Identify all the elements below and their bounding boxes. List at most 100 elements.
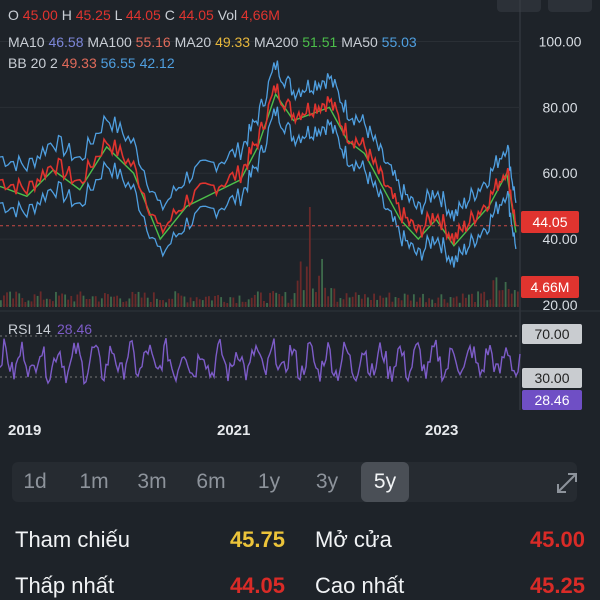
x-tick: 2021 xyxy=(217,422,250,439)
volume-bar xyxy=(73,301,76,307)
timeframe-1y[interactable]: 1y xyxy=(246,462,292,502)
volume-bar xyxy=(513,290,516,307)
volume-bar xyxy=(403,293,406,307)
volume-bar xyxy=(330,288,333,307)
volume-bar xyxy=(195,297,198,307)
volume-bar xyxy=(61,293,63,307)
volume-bar xyxy=(143,292,146,307)
timeframe-1m[interactable]: 1m xyxy=(70,462,118,502)
timeframe-1d[interactable]: 1d xyxy=(12,462,58,502)
volume-bar xyxy=(443,299,446,307)
volume-bar xyxy=(122,301,125,307)
timeframe-5y[interactable]: 5y xyxy=(361,462,409,502)
volume-bar xyxy=(76,294,79,307)
x-tick: 2019 xyxy=(8,422,41,439)
volume-bar xyxy=(272,291,275,307)
volume-bar xyxy=(183,296,186,307)
volume-bar xyxy=(477,291,479,307)
svg-text:4.66M: 4.66M xyxy=(531,279,570,295)
volume-bar xyxy=(85,298,88,307)
bb-legend: BB 20 2 49.33 56.55 42.12 xyxy=(8,55,175,71)
volume-bar xyxy=(104,293,106,307)
volume-bar xyxy=(492,280,495,307)
volume-bar xyxy=(339,298,342,307)
volume-bar xyxy=(287,302,290,307)
volume-bar xyxy=(36,295,39,307)
volume-bar xyxy=(263,300,265,307)
rsi-label: RSI 14 xyxy=(8,321,51,337)
y-tick: 20.00 xyxy=(542,297,577,313)
volume-bar xyxy=(312,288,314,307)
ohlc-legend: O 45.00 H 45.25 L 44.05 C 44.05 Vol 4,66… xyxy=(8,7,280,23)
volume-bar xyxy=(367,297,369,307)
volume-bar xyxy=(159,300,161,307)
volume-bar xyxy=(501,290,504,307)
volume-bar xyxy=(290,299,293,307)
toolbar-button[interactable] xyxy=(548,0,592,12)
volume-bar xyxy=(201,300,204,307)
volume-bar xyxy=(113,296,115,307)
volume-bar xyxy=(192,301,195,307)
volume-bar xyxy=(461,293,464,307)
volume-bar xyxy=(165,302,167,307)
volume-bar xyxy=(483,291,486,307)
volume-bar xyxy=(119,298,122,307)
volume-bar xyxy=(131,291,134,307)
expand-icon[interactable] xyxy=(554,470,580,496)
volume-bar xyxy=(152,292,155,307)
rsi-level-30: 30.00 xyxy=(522,368,582,388)
price-chart[interactable]: 100.00 80.00 60.00 40.00 20.00 44.05 4.66M R… xyxy=(0,0,600,450)
timeframe-3m[interactable]: 3m xyxy=(127,462,177,502)
timeframe-6m[interactable]: 6m xyxy=(186,462,236,502)
volume-bar xyxy=(428,298,431,307)
volume-bar xyxy=(45,298,48,307)
toolbar-button[interactable] xyxy=(497,0,541,12)
volume-bar xyxy=(149,301,152,307)
volume-bar xyxy=(480,293,483,307)
volume-bar xyxy=(134,293,137,307)
volume-bar xyxy=(27,300,30,307)
volume-bar xyxy=(437,297,440,307)
volume-bar xyxy=(370,299,372,307)
volume-bar xyxy=(79,291,82,307)
volume-bar xyxy=(64,294,67,307)
volume-bar xyxy=(186,302,189,307)
rsi-level-70: 70.00 xyxy=(522,324,582,344)
volume-bar xyxy=(419,297,421,307)
volume-bar xyxy=(6,292,8,307)
volume-bar xyxy=(357,294,360,307)
x-tick: 2023 xyxy=(425,422,458,439)
volume-bar xyxy=(48,299,51,307)
volume-bar xyxy=(107,294,109,307)
volume-bar xyxy=(30,301,33,307)
volume-bar xyxy=(211,300,213,307)
volume-bar xyxy=(327,296,330,307)
timeframe-3y[interactable]: 3y xyxy=(304,462,350,502)
volume-bar xyxy=(324,287,327,307)
volume-bar xyxy=(250,297,253,307)
volume-bar xyxy=(284,292,287,307)
volume-bar xyxy=(434,302,437,307)
volume-bar xyxy=(204,296,207,307)
volume-bar xyxy=(128,298,131,307)
volume-bar xyxy=(510,293,513,307)
volume-bar xyxy=(275,292,278,307)
volume-bar xyxy=(400,300,403,307)
volume-bar xyxy=(354,292,357,307)
svg-text:70.00: 70.00 xyxy=(534,326,569,342)
volume-bar xyxy=(9,291,11,307)
volume-bar xyxy=(247,299,250,307)
volume-bar xyxy=(422,293,424,307)
volume-bar xyxy=(94,296,97,307)
volume-bar xyxy=(397,297,400,307)
volume-bar xyxy=(425,302,427,307)
open-value: 45.00 xyxy=(529,527,585,552)
volume-bar xyxy=(406,294,409,307)
volume-bar xyxy=(486,300,489,307)
volume-bar xyxy=(177,293,180,307)
volume-bar xyxy=(238,295,241,307)
volume-bar xyxy=(296,280,299,307)
volume-bar xyxy=(471,293,473,307)
volume-bar xyxy=(18,293,21,307)
volume-bar xyxy=(220,297,223,307)
